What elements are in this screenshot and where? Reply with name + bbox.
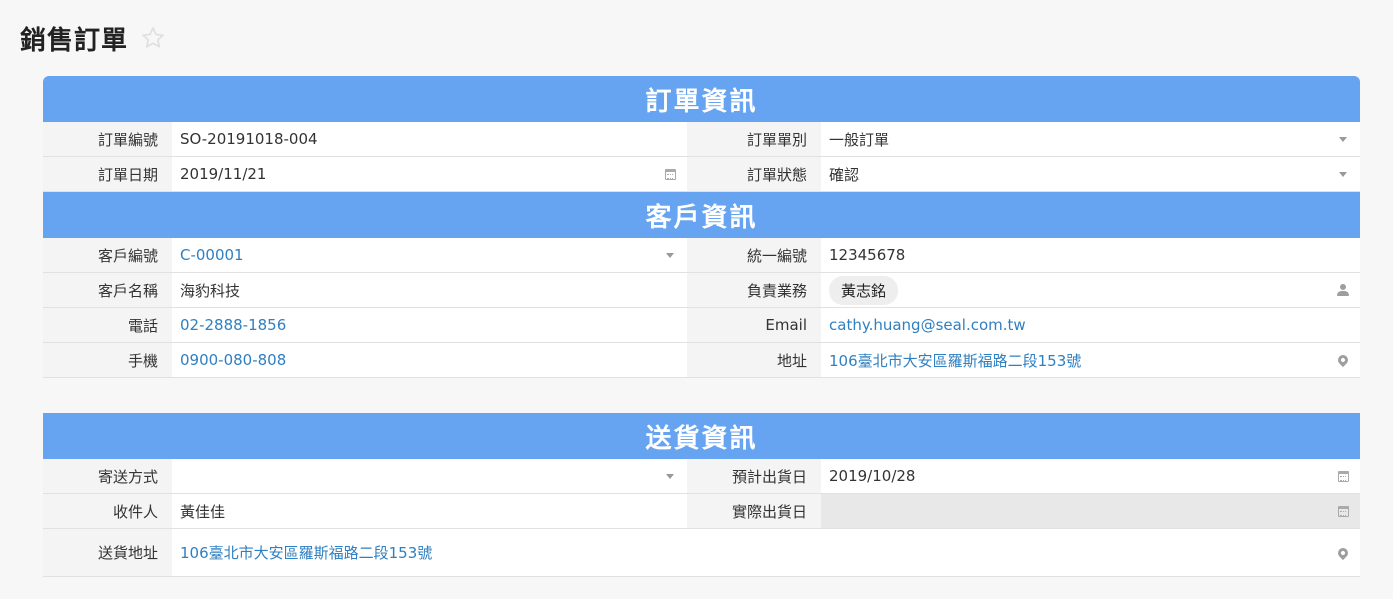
page-header: 銷售訂單	[20, 18, 166, 58]
address-link[interactable]: 106臺北市大安區羅斯福路二段153號	[821, 343, 1360, 377]
form-row: 客戶編號 C-00001 統一編號 12345678	[43, 238, 1360, 273]
calendar-icon	[1337, 505, 1349, 517]
tax-id-label: 統一編號	[687, 238, 821, 272]
delivery-address-link[interactable]: 106臺北市大安區羅斯福路二段153號	[172, 529, 1360, 576]
planned-ship-date-field[interactable]: 2019/10/28	[821, 459, 1360, 493]
page-title: 銷售訂單	[20, 25, 129, 56]
form-row: 訂單日期 2019/11/21 訂單狀態 確認	[43, 157, 1360, 192]
tax-id-field[interactable]: 12345678	[821, 238, 1360, 272]
actual-ship-date-field	[821, 494, 1360, 528]
caret-down-icon	[1339, 171, 1347, 177]
person-icon[interactable]	[1337, 284, 1349, 296]
phone-link[interactable]: 02-2888-1856	[172, 308, 687, 342]
email-label: Email	[687, 308, 821, 342]
calendar-icon[interactable]	[664, 168, 676, 180]
section-header-customer: 客戶資訊	[43, 192, 1360, 238]
favorite-star-icon[interactable]	[140, 25, 166, 51]
customer-name-field[interactable]: 海豹科技	[172, 273, 687, 307]
form-row: 電話 02-2888-1856 Email cathy.huang@seal.c…	[43, 308, 1360, 343]
planned-ship-date-label: 預計出貨日	[687, 459, 821, 493]
email-link[interactable]: cathy.huang@seal.com.tw	[821, 308, 1360, 342]
order-form: 訂單資訊 訂單編號 SO-20191018-004 訂單單別 一般訂單 訂單日期…	[43, 76, 1360, 378]
form-row: 客戶名稱 海豹科技 負責業務 黃志銘	[43, 273, 1360, 308]
order-date-label: 訂單日期	[43, 157, 172, 191]
calendar-icon[interactable]	[1337, 470, 1349, 482]
recipient-field[interactable]: 黃佳佳	[172, 494, 687, 528]
order-no-field[interactable]: SO-20191018-004	[172, 122, 687, 156]
form-row: 手機 0900-080-808 地址 106臺北市大安區羅斯福路二段153號	[43, 343, 1360, 378]
delivery-method-select[interactable]	[172, 459, 687, 493]
form-row: 訂單編號 SO-20191018-004 訂單單別 一般訂單	[43, 122, 1360, 157]
caret-down-icon	[1339, 136, 1347, 142]
map-pin-icon[interactable]	[1335, 545, 1351, 560]
order-status-label: 訂單狀態	[687, 157, 821, 191]
order-date-field[interactable]: 2019/11/21	[172, 157, 687, 191]
sales-rep-field[interactable]: 黃志銘	[821, 273, 1360, 307]
delivery-method-label: 寄送方式	[43, 459, 172, 493]
order-type-label: 訂單單別	[687, 122, 821, 156]
caret-down-icon	[666, 473, 674, 479]
order-type-select[interactable]: 一般訂單	[821, 122, 1360, 156]
customer-no-label: 客戶編號	[43, 238, 172, 272]
customer-no-select[interactable]: C-00001	[172, 238, 687, 272]
section-header-order: 訂單資訊	[43, 76, 1360, 122]
actual-ship-date-label: 實際出貨日	[687, 494, 821, 528]
form-row: 收件人 黃佳佳 實際出貨日	[43, 494, 1360, 529]
mobile-link[interactable]: 0900-080-808	[172, 343, 687, 377]
address-label: 地址	[687, 343, 821, 377]
phone-label: 電話	[43, 308, 172, 342]
section-header-delivery: 送貨資訊	[43, 413, 1360, 459]
caret-down-icon	[666, 252, 674, 258]
form-row: 寄送方式 預計出貨日 2019/10/28	[43, 459, 1360, 494]
map-pin-icon[interactable]	[1335, 352, 1351, 368]
mobile-label: 手機	[43, 343, 172, 377]
order-no-label: 訂單編號	[43, 122, 172, 156]
recipient-label: 收件人	[43, 494, 172, 528]
customer-name-label: 客戶名稱	[43, 273, 172, 307]
sales-rep-chip[interactable]: 黃志銘	[829, 275, 899, 305]
delivery-form: 送貨資訊 寄送方式 預計出貨日 2019/10/28 收件人 黃佳佳 實際出貨日…	[43, 413, 1360, 577]
form-row: 送貨地址 106臺北市大安區羅斯福路二段153號	[43, 529, 1360, 577]
delivery-address-label: 送貨地址	[43, 529, 172, 576]
sales-rep-label: 負責業務	[687, 273, 821, 307]
order-status-select[interactable]: 確認	[821, 157, 1360, 191]
